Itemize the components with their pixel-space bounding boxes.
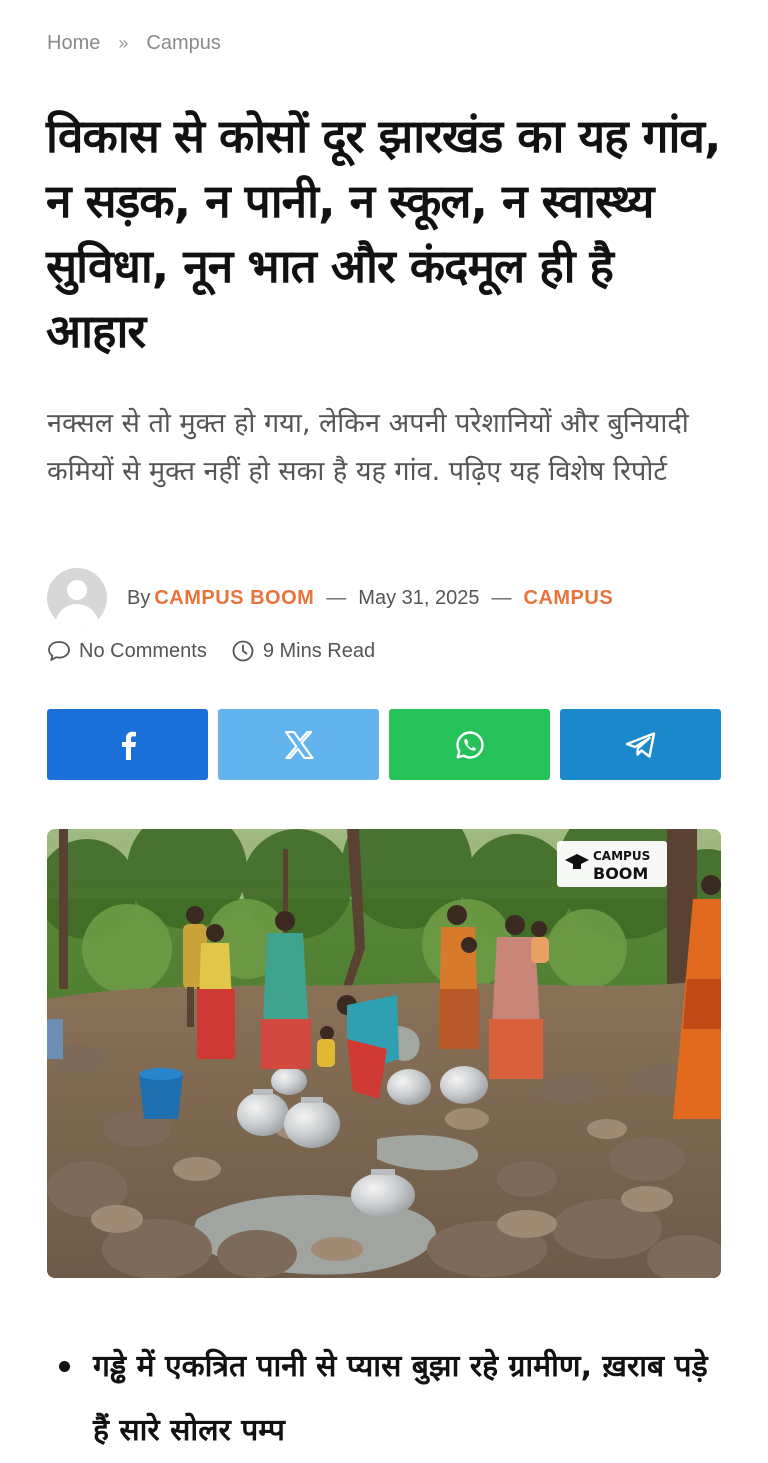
share-whatsapp-button[interactable] [389, 709, 550, 780]
share-telegram-button[interactable] [560, 709, 721, 780]
hero-image: CAMPUS BOOM [47, 829, 721, 1278]
article-meta: By CAMPUS BOOM — May 31, 2025 — CAMPUS [47, 568, 613, 628]
article-title: विकास से कोसों दूर झारखंड का यह गांव, न … [46, 109, 721, 358]
list-item: गड्ढे में एकत्रित पानी से प्यास बुझा रहे… [47, 1335, 727, 1463]
meta-dash: — [491, 586, 512, 609]
comment-icon [48, 641, 70, 661]
avatar-shoulders-shape [55, 604, 99, 628]
key-points-list: गड्ढे में एकत्रित पानी से प्यास बुझा रहे… [47, 1335, 727, 1463]
hero-photo-illustration: CAMPUS BOOM [47, 829, 721, 1278]
whatsapp-icon [455, 730, 484, 759]
comments-link[interactable]: No Comments [47, 640, 207, 663]
by-label: By [127, 586, 151, 609]
bucket-shape [139, 1068, 183, 1119]
meta-dash: — [326, 586, 347, 609]
bullet-dot [59, 1361, 70, 1372]
telegram-icon [625, 731, 655, 758]
read-time: 9 Mins Read [231, 639, 375, 663]
campus-boom-watermark: CAMPUS BOOM [557, 841, 667, 887]
bullet-text: गड्ढे में एकत्रित पानी से प्यास बुझा रहे… [93, 1349, 708, 1448]
category-link[interactable]: CAMPUS [524, 587, 614, 610]
watermark-line1: CAMPUS [593, 849, 650, 863]
share-facebook-button[interactable] [47, 709, 208, 780]
article-stats: No Comments 9 Mins Read [47, 637, 375, 665]
comments-count: No Comments [79, 639, 207, 662]
author-link[interactable]: CAMPUS BOOM [154, 587, 314, 610]
breadcrumb-separator: » [118, 33, 129, 53]
clock-icon [232, 640, 254, 662]
article-page: Home » Campus विकास से कोसों दूर झारखंड … [0, 0, 768, 1463]
share-buttons [47, 709, 721, 780]
breadcrumb: Home » Campus [47, 32, 221, 55]
share-x-button[interactable] [218, 709, 379, 780]
article-subtitle: नक्सल से तो मुक्त हो गया, लेकिन अपनी परे… [47, 408, 689, 487]
breadcrumb-home-link[interactable]: Home [47, 32, 100, 55]
breadcrumb-campus-link[interactable]: Campus [146, 32, 220, 55]
facebook-icon [121, 731, 136, 760]
publish-date: May 31, 2025 [358, 586, 480, 609]
x-icon [284, 730, 314, 759]
read-time-label: 9 Mins Read [262, 639, 376, 662]
avatar-head-shape [67, 580, 87, 600]
watermark-line2: BOOM [593, 864, 648, 883]
author-avatar[interactable] [47, 568, 107, 628]
